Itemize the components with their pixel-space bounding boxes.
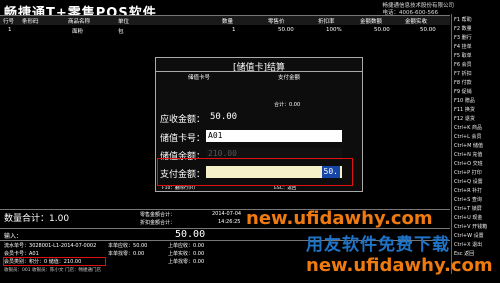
member-info-highlight [3,257,106,266]
cell-unit: 包 [118,29,124,35]
cell-no: 1 [8,27,12,33]
fkey-item[interactable]: F7 折扣 [454,70,472,77]
cell-qty: 1 [232,27,236,33]
fkey-item[interactable]: Ctrl+S 查询 [454,196,482,203]
due-value: 50.00 [210,112,238,122]
fkey-item[interactable]: Ctrl+R 补打 [454,187,482,194]
fkey-item[interactable]: Ctrl+Q 设置 [454,178,483,185]
watermark-line3: new.ufidawhy.com [306,255,493,276]
fkey-item[interactable]: Ctrl+O 交班 [454,160,483,167]
qty-total: 数量合计：1.00 [4,211,69,224]
fkey-item[interactable]: F11 换货 [454,106,475,113]
dialog-total: 合计：0.00 [274,101,300,108]
cell-discount: 100% [326,27,342,33]
received-label: 本单应收： [108,243,134,249]
watermark-line2: 用友软件免费下载 [306,235,450,255]
fkey-item[interactable]: Ctrl+M 储值 [454,142,483,149]
last-change: 上单找零：0.00 [168,258,204,265]
fkey-item[interactable]: Ctrl+X 退出 [454,241,482,248]
cell-amount: 50.00 [374,27,390,33]
total-label: 合计： [274,102,290,108]
fkey-item[interactable]: F6 会员 [454,61,472,68]
fkey-item[interactable]: F2 数量 [454,25,472,32]
input-label: 输入： [4,233,23,240]
table-header: 行号 条形码 商品名称 单位 数量 零售价 折扣率 金额数额 金额实收 [0,16,450,25]
retail-total-label: 零售金额合计： [140,212,176,218]
received-value: 50.00 [133,243,148,249]
discount-total-label: 折扣金额合计： [140,220,176,226]
header-discount: 折扣率 [318,19,335,25]
change-label: 本单找零： [108,251,134,257]
fkey-item[interactable]: F5 取单 [454,52,472,59]
fkey-item[interactable]: Ctrl+K 商品 [454,124,482,131]
header-paid: 金额实收 [405,19,428,25]
header-product-name: 商品名称 [68,19,91,25]
card-number-input[interactable]: A01 [206,130,342,142]
fkey-item[interactable]: F4 挂单 [454,43,472,50]
card-label: 储值卡号： [160,134,206,144]
company-name: 畅捷通信息技术股份有限公司 [382,3,454,9]
pay-amount-highlight [157,158,353,186]
fkey-item[interactable]: F10 赠品 [454,97,475,104]
last-change-value: 0.00 [193,259,205,265]
fkey-item[interactable]: Ctrl+U 现金 [454,214,482,221]
fkey-item[interactable]: F12 退货 [454,115,475,122]
qty-total-label: 数量合计： [4,214,50,224]
fkey-item[interactable]: F3 删行 [454,34,472,41]
total-value: 0.00 [289,102,301,108]
change: 本单找零：0.00 [108,250,144,257]
header-amount: 金额数额 [360,19,383,25]
last-received: 上单应收：0.00 [168,242,204,249]
summary-time: 14:26:25 [218,219,241,225]
last-paid: 上单实收：0.00 [168,250,204,257]
header-price: 零售价 [268,19,285,25]
fkey-item[interactable]: F8 付款 [454,79,472,86]
received: 本单应收：50.00 [108,242,147,249]
due-label: 应收金额： [160,115,206,125]
summary-date: 2014-07-04 [212,211,242,217]
doc-no-value: 3028001-L1-2014-07-0002 [29,243,97,249]
last-change-label: 上单找零： [168,259,194,265]
watermark-line1: new.ufidawhy.com [246,208,433,229]
fkey-item[interactable]: Ctrl+L 会员 [454,133,481,140]
fkey-item[interactable]: Ctrl+W 设置 [454,232,484,239]
col-amount-header: 支付金额 [278,75,301,81]
cell-price: 50.00 [278,27,294,33]
fkey-item[interactable]: Ctrl+N 充值 [454,151,482,158]
header-row-no: 行号 [3,19,15,25]
cell-paid: 50.00 [420,27,436,33]
function-key-panel: F1 帮助 F2 数量 F3 删行 F4 挂单 F5 取单 F6 会员 F7 折… [451,14,500,274]
fkey-item[interactable]: Ctrl+V 开钱箱 [454,223,487,230]
last-received-label: 上单应收： [168,243,194,249]
cell-name: 面粉 [72,29,84,35]
status-line: 收银员：001 收银员：陈小文 门店：畅捷通门店 [4,268,101,273]
dialog-title-divider [156,71,362,72]
last-paid-value: 0.00 [193,251,205,257]
fkey-item[interactable]: F9 促销 [454,88,472,95]
doc-no: 流水单号：3028001-L1-2014-07-0002 [4,242,96,249]
change-value: 0.00 [133,251,145,257]
member-card: 会员卡号：A01 [4,250,39,257]
last-paid-label: 上单实收： [168,251,194,257]
table-row[interactable]: 1 面粉 包 1 50.00 100% 50.00 50.00 [0,26,450,35]
input-amount[interactable]: 50.00 [175,229,205,240]
header-qty: 数量 [222,19,234,25]
last-received-value: 0.00 [193,243,205,249]
fkey-item[interactable]: Ctrl+P 打印 [454,169,482,176]
qty-total-value: 1.00 [49,214,70,224]
col-card-header: 储值卡号 [188,75,211,81]
doc-no-label: 流水单号： [4,243,30,249]
header-unit: 单位 [118,19,130,25]
header-barcode: 条形码 [22,19,39,25]
fkey-item[interactable]: Ctrl+T 锁屏 [454,205,482,212]
fkey-item[interactable]: F1 帮助 [454,16,472,23]
